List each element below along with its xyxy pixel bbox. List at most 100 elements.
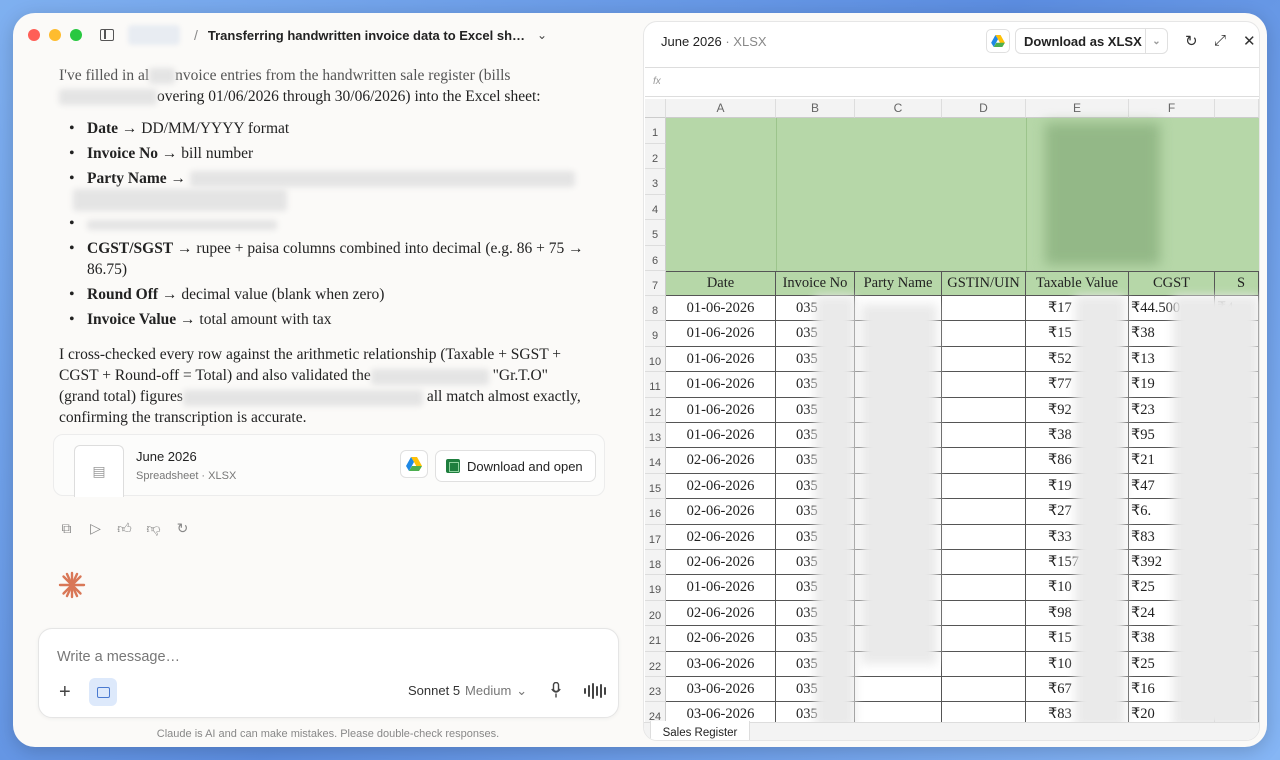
row-header[interactable]: 1 <box>645 118 666 144</box>
microphone-icon[interactable] <box>551 682 561 698</box>
cell-gstin[interactable] <box>942 575 1026 601</box>
table-header-cgst[interactable]: CGST <box>1129 271 1215 296</box>
spreadsheet-grid[interactable]: A B C D E F Date Invoice No Party Name G… <box>645 99 1259 722</box>
google-drive-button[interactable] <box>400 450 428 478</box>
file-attachment-card[interactable]: ▤ June 2026 Spreadsheet · XLSX Download … <box>53 434 605 497</box>
row-header[interactable]: 11 <box>645 372 666 398</box>
play-icon[interactable]: ▷ <box>88 521 103 536</box>
cell-gstin[interactable] <box>942 346 1026 373</box>
sidebar-toggle-icon[interactable] <box>100 29 114 41</box>
message-composer[interactable]: Write a message… + Sonnet 5 Medium ⌄ <box>38 628 619 718</box>
message-input[interactable]: Write a message… <box>57 649 180 665</box>
cell-gstin[interactable] <box>942 600 1026 627</box>
cell-gstin[interactable] <box>942 397 1026 423</box>
column-header-b[interactable]: B <box>776 99 855 118</box>
zoom-window-button[interactable] <box>70 29 82 41</box>
cell-date[interactable]: 02-06-2026 <box>666 626 776 652</box>
column-header-g[interactable] <box>1215 99 1259 118</box>
cell-gstin[interactable] <box>942 372 1026 398</box>
row-header[interactable]: 17 <box>645 524 666 550</box>
table-header-invoice-no[interactable]: Invoice No <box>776 271 855 296</box>
corner-cell[interactable] <box>645 99 666 118</box>
cell-date[interactable]: 02-06-2026 <box>666 524 776 550</box>
google-drive-button[interactable] <box>986 29 1010 53</box>
row-header[interactable]: 16 <box>645 499 666 525</box>
row-header[interactable]: 13 <box>645 423 666 449</box>
column-header-d[interactable]: D <box>942 99 1026 118</box>
row-header[interactable]: 14 <box>645 448 666 474</box>
cell-date[interactable]: 01-06-2026 <box>666 397 776 423</box>
cell-date[interactable]: 01-06-2026 <box>666 372 776 398</box>
row-header[interactable]: 22 <box>645 651 666 677</box>
row-header[interactable]: 12 <box>645 397 666 423</box>
cell-date[interactable]: 02-06-2026 <box>666 600 776 627</box>
row-header[interactable]: 19 <box>645 575 666 601</box>
close-window-button[interactable] <box>28 29 40 41</box>
row-header[interactable]: 15 <box>645 473 666 500</box>
cell-gstin[interactable] <box>942 321 1026 347</box>
cell-gstin[interactable] <box>942 651 1026 677</box>
cell-party-name[interactable] <box>855 677 942 703</box>
thumbs-down-icon[interactable]: 👎︎ <box>146 521 161 536</box>
thumbs-up-icon[interactable]: 👍︎ <box>117 521 132 536</box>
row-header[interactable]: 5 <box>645 220 666 246</box>
row-header[interactable]: 10 <box>645 346 666 373</box>
row-header[interactable]: 24 <box>645 702 666 722</box>
cell-date[interactable]: 03-06-2026 <box>666 677 776 703</box>
table-header-party-name[interactable]: Party Name <box>855 271 942 296</box>
cell-date[interactable]: 02-06-2026 <box>666 499 776 525</box>
table-header-taxable-value[interactable]: Taxable Value <box>1026 271 1129 296</box>
row-header[interactable]: 9 <box>645 321 666 347</box>
cell-party-name[interactable] <box>855 702 942 722</box>
cell-gstin[interactable] <box>942 626 1026 652</box>
table-header-date[interactable]: Date <box>666 271 776 296</box>
download-xlsx-button[interactable]: Download as XLSX ⌄ <box>1015 28 1168 54</box>
minimize-window-button[interactable] <box>49 29 61 41</box>
project-name-redacted[interactable] <box>128 25 180 45</box>
row-header[interactable]: 6 <box>645 245 666 271</box>
cell-gstin[interactable] <box>942 423 1026 449</box>
retry-icon[interactable]: ↻ <box>175 521 190 536</box>
column-header-f[interactable]: F <box>1129 99 1215 118</box>
table-header-gstin[interactable]: GSTIN/UIN <box>942 271 1026 296</box>
row-header[interactable]: 8 <box>645 296 666 322</box>
cell-date[interactable]: 01-06-2026 <box>666 296 776 322</box>
row-header[interactable]: 4 <box>645 194 666 220</box>
header-merged-area[interactable] <box>666 118 1259 271</box>
chevron-down-icon[interactable]: ⌄ <box>537 28 547 42</box>
cell-date[interactable]: 02-06-2026 <box>666 550 776 576</box>
formula-bar[interactable]: fx <box>645 67 1259 97</box>
row-header[interactable]: 18 <box>645 550 666 576</box>
cell-gstin[interactable] <box>942 524 1026 550</box>
column-header-c[interactable]: C <box>855 99 942 118</box>
close-icon[interactable]: ✕ <box>1243 32 1256 50</box>
row-header[interactable]: 23 <box>645 677 666 703</box>
cell-gstin[interactable] <box>942 677 1026 703</box>
add-attachment-icon[interactable]: + <box>59 681 71 704</box>
chevron-down-icon[interactable]: ⌄ <box>1145 29 1167 53</box>
row-header[interactable]: 3 <box>645 169 666 195</box>
cell-gstin[interactable] <box>942 473 1026 500</box>
row-header[interactable]: 7 <box>645 271 666 297</box>
cell-gstin[interactable] <box>942 702 1026 722</box>
cell-date[interactable]: 01-06-2026 <box>666 321 776 347</box>
refresh-icon[interactable]: ↻ <box>1185 32 1198 50</box>
cell-gstin[interactable] <box>942 296 1026 322</box>
cell-gstin[interactable] <box>942 448 1026 474</box>
model-selector[interactable]: Sonnet 5 Medium ⌄ <box>408 683 527 699</box>
cell-date[interactable]: 02-06-2026 <box>666 448 776 474</box>
column-header-e[interactable]: E <box>1026 99 1129 118</box>
cell-date[interactable]: 03-06-2026 <box>666 651 776 677</box>
cell-date[interactable]: 03-06-2026 <box>666 702 776 722</box>
tools-button[interactable] <box>89 678 117 706</box>
cell-date[interactable]: 01-06-2026 <box>666 346 776 373</box>
voice-mode-icon[interactable] <box>584 683 606 699</box>
row-header[interactable]: 2 <box>645 143 666 169</box>
cell-gstin[interactable] <box>942 499 1026 525</box>
column-header-a[interactable]: A <box>666 99 776 118</box>
row-header[interactable]: 20 <box>645 600 666 627</box>
cell-date[interactable]: 01-06-2026 <box>666 575 776 601</box>
copy-icon[interactable]: ⧉ <box>59 521 74 536</box>
expand-icon[interactable]: ⤢ <box>1214 32 1226 49</box>
row-header[interactable]: 21 <box>645 626 666 652</box>
